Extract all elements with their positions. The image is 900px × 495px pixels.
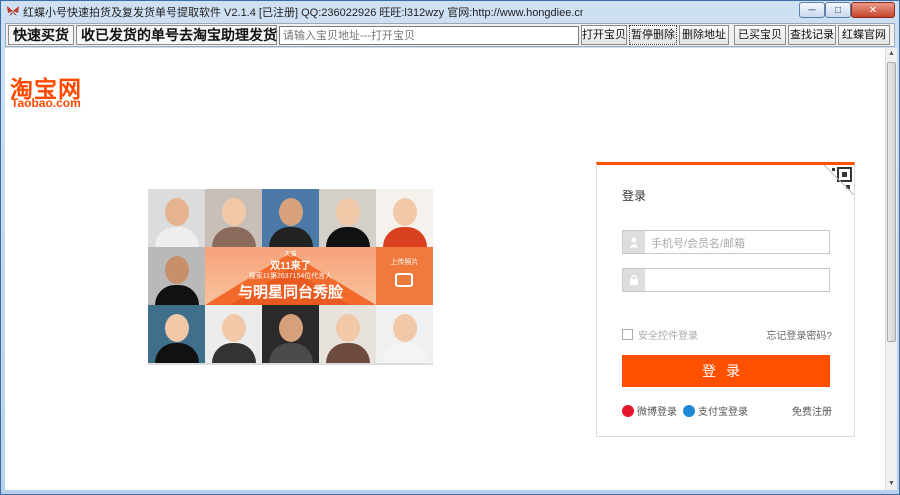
login-title: 登录 bbox=[622, 189, 647, 203]
celebrity-photo bbox=[376, 189, 433, 247]
window-controls: ─ □ ✕ bbox=[799, 2, 895, 19]
event-slogan: 与明星同台秀脸 bbox=[237, 284, 343, 301]
checkbox-box[interactable] bbox=[622, 329, 633, 340]
taobao-logo-en: Taobao.com bbox=[11, 96, 81, 110]
window-title: 红蝶小号快速拍货及复发货单号提取软件 V2.1.4 [已注册] QQ:23602… bbox=[23, 7, 583, 19]
celebrity-photo bbox=[148, 305, 205, 363]
event-subtitle: 搜索11第2637154位代言人 bbox=[248, 273, 333, 280]
weibo-login-label: 微博登录 bbox=[637, 407, 677, 418]
alipay-login-link[interactable]: 支付宝登录 bbox=[683, 403, 748, 418]
user-icon bbox=[623, 231, 645, 253]
celebrity-photo bbox=[262, 189, 319, 247]
upload-photo-tile[interactable]: 上传照片 bbox=[376, 247, 433, 305]
open-item-button[interactable]: 打开宝贝 bbox=[581, 25, 627, 45]
weibo-icon bbox=[622, 405, 634, 417]
pause-delete-button[interactable]: 暂停删除 bbox=[629, 25, 677, 45]
register-link[interactable]: 免费注册 bbox=[792, 403, 832, 418]
quick-buy-button[interactable]: 快速买货 bbox=[8, 25, 74, 45]
scroll-thumb[interactable] bbox=[887, 62, 896, 342]
scroll-down-icon[interactable]: ▼ bbox=[886, 478, 897, 490]
browser-content: 淘宝网 Taobao.com 天猫 双11来了 搜索11第2637154位代言人… bbox=[5, 48, 885, 490]
remember-checkbox[interactable]: 安全控件登录 bbox=[622, 327, 698, 342]
celebrity-photo bbox=[205, 305, 262, 363]
remember-label: 安全控件登录 bbox=[638, 331, 698, 342]
title-bar[interactable]: 红蝶小号快速拍货及复发货单号提取软件 V2.1.4 [已注册] QQ:23602… bbox=[1, 1, 899, 21]
url-input[interactable] bbox=[279, 26, 579, 45]
upload-label: 上传照片 bbox=[390, 259, 419, 266]
scroll-up-icon[interactable]: ▲ bbox=[886, 48, 897, 60]
vertical-scrollbar[interactable]: ▲ ▼ bbox=[885, 48, 897, 490]
maximize-button[interactable]: □ bbox=[825, 2, 851, 18]
camera-icon bbox=[395, 273, 413, 287]
event-banner: 天猫 双11来了 搜索11第2637154位代言人 与明星同台秀脸 bbox=[205, 247, 376, 305]
delete-address-button[interactable]: 删除地址 bbox=[679, 25, 729, 45]
celebrity-photo bbox=[148, 189, 205, 247]
app-window: 红蝶小号快速拍货及复发货单号提取软件 V2.1.4 [已注册] QQ:23602… bbox=[0, 0, 900, 495]
promo-banner[interactable]: 天猫 双11来了 搜索11第2637154位代言人 与明星同台秀脸 上传照片 bbox=[148, 189, 433, 365]
celebrity-photo bbox=[205, 189, 262, 247]
hint-label: 收已发货的单号去淘宝助理发货 bbox=[76, 25, 277, 45]
alipay-icon bbox=[683, 405, 695, 417]
celebrity-photo bbox=[148, 247, 205, 305]
celebrity-photo bbox=[319, 305, 376, 363]
lock-icon bbox=[623, 269, 645, 291]
official-site-button[interactable]: 红蝶官网 bbox=[838, 25, 890, 45]
username-placeholder: 手机号/会员名/邮箱 bbox=[651, 238, 746, 250]
celebrity-photo bbox=[319, 189, 376, 247]
toolbar: 快速买货 收已发货的单号去淘宝助理发货 打开宝贝 暂停删除 删除地址 已买宝贝 … bbox=[5, 23, 895, 47]
bought-items-button[interactable]: 已买宝贝 bbox=[734, 25, 786, 45]
alipay-login-label: 支付宝登录 bbox=[698, 407, 748, 418]
login-panel: 登录 手机号/会员名/邮箱 安全控件登录 忘记登录密码? 登录 微博登录 支付宝… bbox=[596, 162, 855, 437]
celebrity-photo bbox=[262, 305, 319, 363]
username-field[interactable]: 手机号/会员名/邮箱 bbox=[622, 230, 830, 254]
login-button[interactable]: 登录 bbox=[622, 355, 830, 387]
forgot-password-link[interactable]: 忘记登录密码? bbox=[766, 327, 832, 342]
password-field[interactable] bbox=[622, 268, 830, 292]
butterfly-app-icon bbox=[7, 6, 19, 16]
minimize-button[interactable]: ─ bbox=[799, 2, 825, 18]
close-button[interactable]: ✕ bbox=[851, 2, 895, 18]
celebrity-photo bbox=[376, 305, 433, 363]
find-records-button[interactable]: 查找记录 bbox=[788, 25, 836, 45]
weibo-login-link[interactable]: 微博登录 bbox=[622, 403, 677, 418]
event-title: 双11来了 bbox=[270, 261, 311, 272]
qr-code-icon[interactable] bbox=[824, 165, 854, 195]
